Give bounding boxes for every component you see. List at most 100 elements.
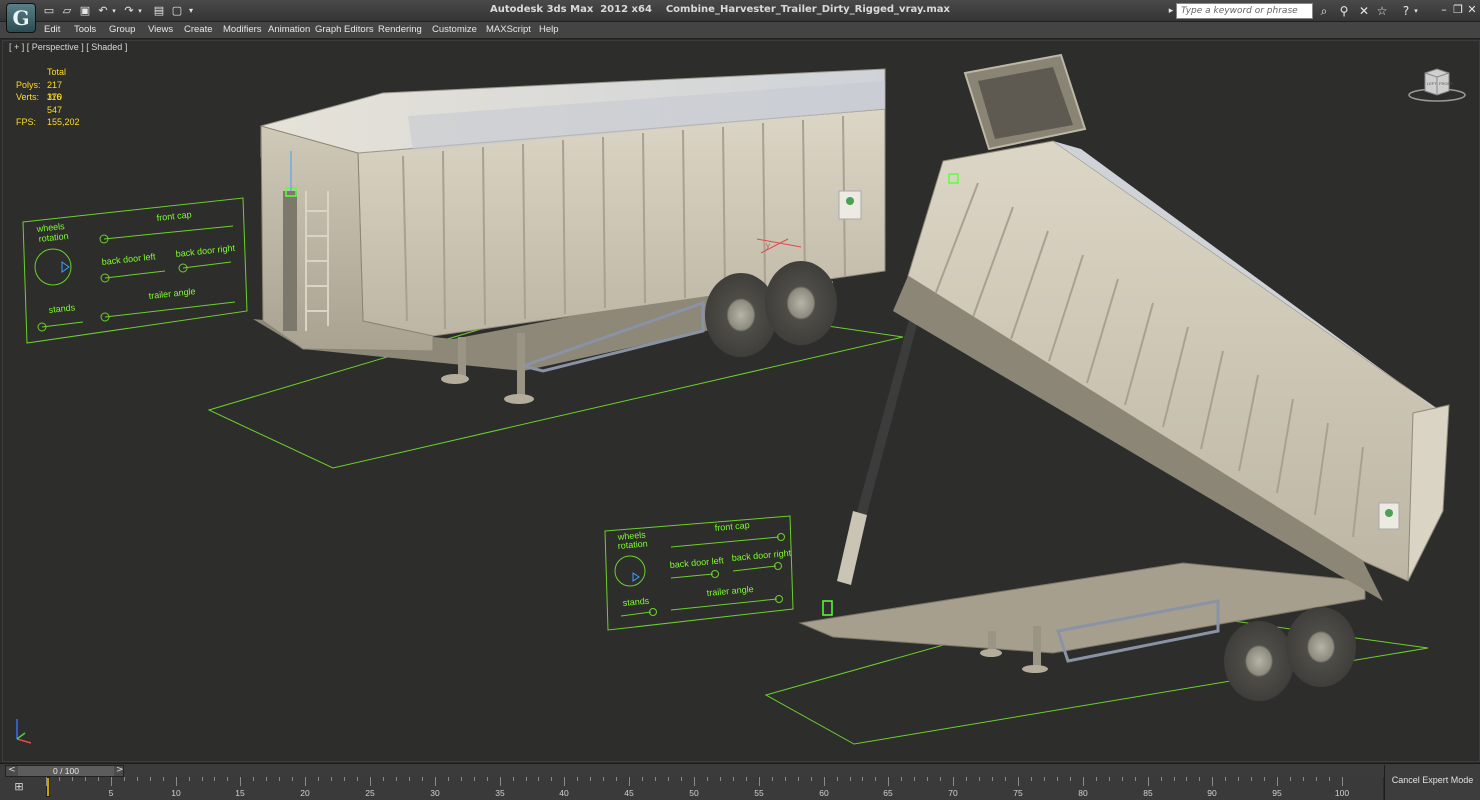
- ruler-tick: [202, 777, 203, 781]
- subscription-icon[interactable]: ⚲: [1336, 3, 1352, 19]
- ruler-tick: [383, 777, 384, 781]
- ruler-tick-label: 95: [1272, 788, 1282, 798]
- viewport-label-menu[interactable]: [ + ] [ Perspective ] [ Shaded ]: [9, 42, 127, 52]
- ruler-tick-label: 60: [819, 788, 829, 798]
- project-folder-icon[interactable]: ▤: [152, 4, 166, 18]
- ruler-tick: [137, 777, 138, 781]
- customize-dropdown-icon[interactable]: ▾: [186, 4, 196, 18]
- rig2-stands-label: stands: [622, 596, 650, 608]
- ruler-tick: [1329, 777, 1330, 781]
- ruler-tick: [681, 777, 682, 781]
- menu-help[interactable]: Help: [539, 24, 559, 35]
- ruler-tick: [1057, 777, 1058, 781]
- binoculars-icon[interactable]: ⌕: [1316, 3, 1332, 19]
- menu-tools[interactable]: Tools: [74, 24, 96, 35]
- favorites-star-icon[interactable]: ☆: [1374, 3, 1390, 19]
- track-bar[interactable]: ⊞ 5 10 15 20 25 30 35 40 45 50 55 60 65 70 75 80 85 90 95 1…: [0, 777, 1383, 800]
- menu-views[interactable]: Views: [148, 24, 173, 35]
- communication-center-icon[interactable]: ✕: [1356, 3, 1372, 19]
- ruler-tick: [953, 777, 954, 786]
- rig2-wheels-label-line2: rotation: [617, 538, 648, 551]
- menu-graph-editors[interactable]: Graph Editors: [315, 24, 374, 35]
- rig-control-panel-1[interactable]: wheels rotation front cap back door left…: [22, 197, 248, 344]
- ruler-tick: [1148, 777, 1149, 786]
- redo-dropdown-icon[interactable]: ▾: [136, 4, 144, 18]
- ruler-tick: [850, 777, 851, 781]
- menu-animation[interactable]: Animation: [268, 24, 310, 35]
- perspective-viewport[interactable]: y wheels rotation front cap back door le…: [2, 40, 1480, 762]
- menu-bar: Edit Tools Group Views Create Modifiers …: [0, 22, 1480, 39]
- ruler-tick: [1316, 777, 1317, 781]
- ruler-tick: [1303, 777, 1304, 781]
- axis-tripod-icon: [16, 719, 32, 744]
- menu-maxscript[interactable]: MAXScript: [486, 24, 531, 35]
- time-prev-arrow[interactable]: <: [8, 765, 16, 775]
- menu-rendering[interactable]: Rendering: [378, 24, 422, 35]
- application-button[interactable]: G: [6, 3, 36, 33]
- menu-customize[interactable]: Customize: [432, 24, 477, 35]
- ruler-tick: [759, 777, 760, 786]
- rig1-wheels-rotation-dial[interactable]: [34, 248, 72, 286]
- ruler-tick: [526, 777, 527, 781]
- close-icon[interactable]: ✕: [1466, 3, 1478, 17]
- minimize-icon[interactable]: –: [1438, 3, 1450, 17]
- track-ruler[interactable]: 5 10 15 20 25 30 35 40 45 50 55 60 65 70 75 80 85 90 95 100: [46, 777, 1382, 800]
- curve-editor-icon[interactable]: ⊞: [10, 780, 28, 794]
- search-input[interactable]: [1176, 3, 1313, 19]
- ruler-tick: [72, 777, 73, 781]
- ruler-tick: [1186, 777, 1187, 781]
- ruler-tick-label: 15: [235, 788, 245, 798]
- help-dropdown-icon[interactable]: ▾: [1412, 3, 1420, 19]
- scene-render[interactable]: y wheels rotation front cap back door le…: [3, 41, 1479, 761]
- undo-icon[interactable]: ↶: [96, 4, 110, 18]
- ruler-tick: [979, 777, 980, 781]
- ruler-tick: [396, 777, 397, 781]
- ruler-tick: [629, 777, 630, 786]
- redo-icon[interactable]: ↷: [122, 4, 136, 18]
- ruler-tick: [824, 777, 825, 786]
- undo-dropdown-icon[interactable]: ▾: [110, 4, 118, 18]
- window-title: Autodesk 3ds Max 2012 x64 Combine_Harves…: [490, 4, 950, 15]
- ruler-tick-label: 80: [1078, 788, 1088, 798]
- rig-control-panel-2[interactable]: wheels rotation front cap back door left…: [604, 515, 794, 631]
- viewport-layout-icon[interactable]: ▢: [170, 4, 184, 18]
- ruler-tick: [1083, 777, 1084, 786]
- menu-edit[interactable]: Edit: [44, 24, 60, 35]
- viewcube-front-face[interactable]: FRONT: [1439, 81, 1453, 86]
- open-folder-icon[interactable]: ▱: [60, 4, 74, 18]
- ruler-tick: [240, 777, 241, 786]
- ruler-tick-label: 5: [108, 788, 114, 798]
- gizmo-axis-label: y: [766, 241, 770, 250]
- ruler-tick: [746, 777, 747, 781]
- viewcube-left-face[interactable]: LEFT: [1427, 81, 1437, 86]
- rig2-wheels-rotation-dial[interactable]: [614, 555, 646, 587]
- ruler-tick-label: 85: [1143, 788, 1153, 798]
- rig1-wheels-label-line2: rotation: [38, 231, 69, 244]
- trailer-1[interactable]: y: [253, 68, 886, 404]
- ruler-tick: [1122, 777, 1123, 781]
- trailer-2[interactable]: [798, 53, 1450, 701]
- restore-icon[interactable]: ❐: [1452, 3, 1464, 17]
- ruler-tick: [966, 777, 967, 781]
- menu-group[interactable]: Group: [109, 24, 135, 35]
- ruler-tick-label: 55: [754, 788, 764, 798]
- menu-modifiers[interactable]: Modifiers: [223, 24, 262, 35]
- ruler-tick: [603, 777, 604, 781]
- viewcube[interactable]: LEFT FRONT: [1407, 67, 1467, 103]
- rig1-stands-label: stands: [48, 302, 76, 315]
- save-icon[interactable]: ▣: [78, 4, 92, 18]
- ruler-tick: [1174, 777, 1175, 781]
- menu-create[interactable]: Create: [184, 24, 213, 35]
- ruler-tick: [875, 777, 876, 781]
- new-file-icon[interactable]: ▭: [42, 4, 56, 18]
- ruler-tick-label: 25: [365, 788, 375, 798]
- cancel-expert-mode-button[interactable]: Cancel Expert Mode: [1384, 765, 1480, 800]
- ruler-tick: [474, 777, 475, 781]
- ruler-tick-label: 35: [495, 788, 505, 798]
- time-next-arrow[interactable]: >: [116, 765, 124, 775]
- ruler-tick: [331, 777, 332, 781]
- ruler-tick: [461, 777, 462, 781]
- time-slider-thumb[interactable]: 0 / 100: [18, 766, 114, 776]
- ruler-tick: [590, 777, 591, 781]
- time-slider[interactable]: < 0 / 100 >: [5, 765, 124, 777]
